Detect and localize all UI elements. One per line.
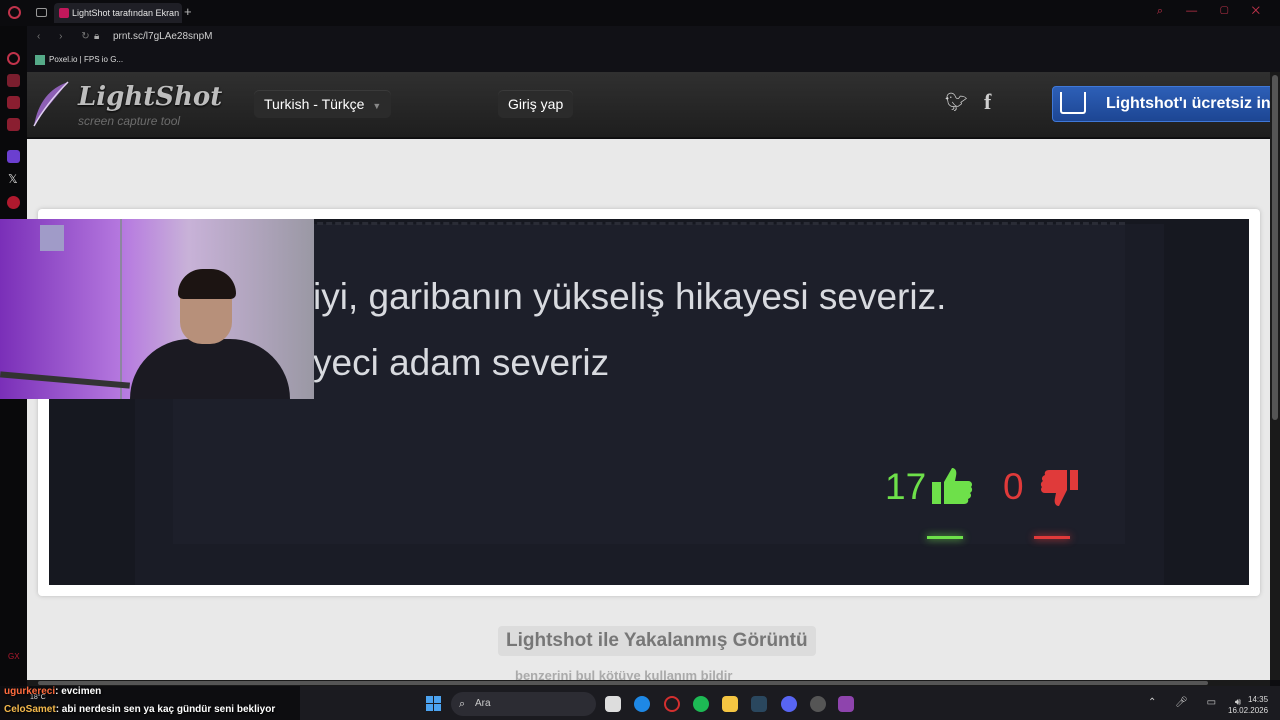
sidebar-instagram-icon[interactable] [7, 118, 20, 131]
login-button[interactable]: Giriş yap [498, 90, 574, 118]
opera-logo-icon[interactable] [8, 6, 21, 19]
browser-tab[interactable]: LightShot tarafından Ekran [54, 3, 182, 23]
lock-icon[interactable]: 🔒︎ [94, 31, 99, 42]
streamer-hair [178, 269, 236, 299]
download-icon [1060, 92, 1086, 114]
horizontal-scroll-thumb[interactable] [38, 681, 1208, 685]
screenshot-panel [173, 224, 1125, 544]
like-count: 17 [885, 466, 927, 507]
language-selector[interactable]: Turkish - Türkçe ▼ [254, 90, 392, 118]
download-label: Lightshot'ı ücretsiz in [1106, 95, 1271, 112]
discord-icon[interactable] [781, 696, 797, 712]
screenshot-divider [173, 222, 1125, 225]
thumbs-up-icon[interactable] [930, 466, 974, 506]
chat-message: CeloSamet: abi nerdesin sen ya kaç gündü… [4, 704, 275, 715]
webcam-overlay [0, 219, 314, 399]
search-placeholder: Ara [475, 698, 491, 709]
feather-logo-icon [33, 81, 69, 127]
sidebar-extension-icon[interactable] [7, 74, 20, 87]
language-label: Turkish - Türkçe [264, 96, 365, 112]
sidebar-messenger-icon[interactable] [7, 96, 20, 109]
sidebar-twitch-icon[interactable] [7, 150, 20, 163]
bookmarks-bar [27, 50, 1280, 72]
twitter-icon[interactable]: 🐦︎ [945, 92, 968, 113]
screenshot-text-line-2: yeci adam severiz [313, 342, 610, 383]
sidebar-gx-icon[interactable]: GX [8, 652, 20, 661]
new-tab-button[interactable]: + [184, 4, 192, 19]
taskbar-search[interactable]: ⌕ Ara [451, 692, 596, 716]
active-app-icon[interactable] [838, 696, 854, 712]
lightshot-logo[interactable]: LightShot [78, 82, 222, 112]
lightshot-favicon-icon [59, 8, 69, 18]
streamer-body [130, 339, 290, 399]
chat-text: : abi nerdesin sen ya kaç gündür seni be… [55, 704, 276, 715]
wall-edge [120, 219, 122, 399]
navigation-buttons[interactable]: ‹ › ↻ [37, 31, 98, 42]
windows-start-icon[interactable] [426, 696, 441, 711]
dislike-count: 0 [1003, 466, 1024, 507]
clock-date: 16.02.2026 [1228, 706, 1269, 715]
lightshot-tagline: screen capture tool [78, 114, 181, 128]
steam-icon[interactable] [751, 696, 767, 712]
spotify-icon[interactable] [693, 696, 709, 712]
search-icon: ⌕ [459, 698, 466, 710]
task-view-icon[interactable] [605, 696, 621, 712]
chat-message: ugurkereci: evcimen [4, 686, 101, 697]
chevron-down-icon: ▼ [372, 101, 382, 111]
dislike-indicator [1034, 536, 1070, 539]
chat-text: : evcimen [55, 686, 102, 697]
tab-title: LightShot tarafından Ekran [72, 8, 180, 18]
address-bar [27, 26, 1280, 50]
sidebar-music-icon[interactable] [7, 196, 20, 209]
taskbar-clock[interactable]: 14:35 16.02.2026 [1228, 694, 1268, 716]
capture-title: Lightshot ile Yakalanmış Görüntü [498, 626, 816, 656]
url-text[interactable]: prnt.sc/l7gLAe28snpM [113, 31, 213, 42]
bookmark-favicon-icon [35, 55, 45, 65]
obs-icon[interactable] [810, 696, 826, 712]
vertical-scroll-thumb[interactable] [1272, 75, 1278, 420]
chat-username: ugurkereci [4, 686, 56, 697]
screenshot-text-line-1: iyi, garibanın yükseliş hikayesi severiz… [313, 276, 947, 317]
clock-time: 14:35 [1248, 695, 1269, 704]
like-indicator [927, 536, 963, 539]
wall-poster [40, 225, 64, 251]
chat-username: CeloSamet [4, 704, 56, 715]
opera-icon[interactable] [664, 696, 680, 712]
file-explorer-icon[interactable] [722, 696, 738, 712]
window-controls[interactable]: ⌕ — ▢ ✕ [1157, 5, 1270, 18]
tab-list-icon[interactable] [36, 8, 47, 17]
sidebar-speed-dial-icon[interactable] [7, 52, 20, 65]
sidebar-x-icon[interactable]: 𝕏 [8, 172, 18, 186]
bookmark-item[interactable]: Poxel.io | FPS io G... [49, 55, 123, 64]
microphone-arm [0, 371, 131, 389]
facebook-icon[interactable]: f [984, 89, 991, 115]
thumbs-down-icon[interactable] [1040, 468, 1080, 508]
browser-tab-bar [0, 0, 1280, 26]
edge-icon[interactable] [634, 696, 650, 712]
